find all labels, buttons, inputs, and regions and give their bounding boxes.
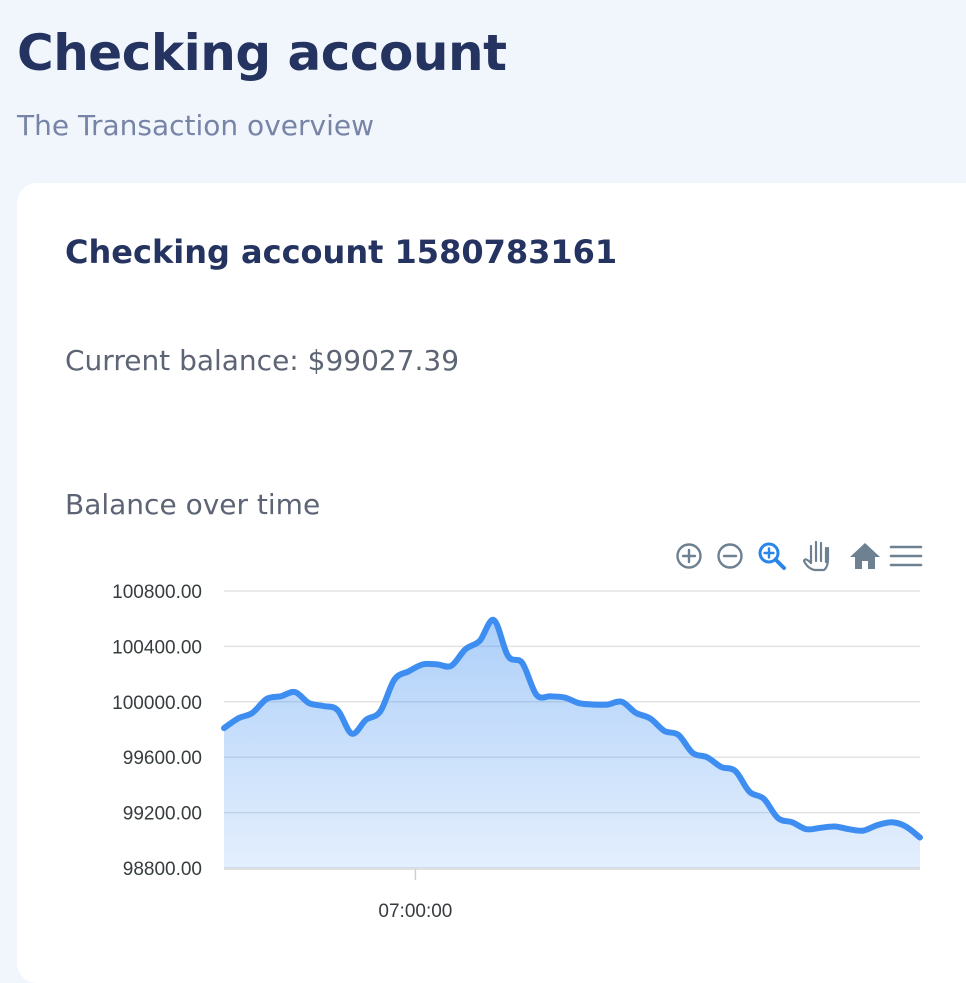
page-subtitle: The Transaction overview [17, 109, 374, 142]
x-tick-label: 07:00:00 [378, 901, 452, 922]
x-axis: 07:00:00 [224, 868, 920, 922]
y-axis: 100800.00 100400.00 100000.00 99600.00 99200… [112, 582, 202, 880]
menu-icon[interactable] [889, 542, 923, 570]
y-tick-label: 99200.00 [123, 804, 202, 825]
zoom-selection-icon[interactable] [757, 541, 787, 571]
y-tick-label: 99600.00 [123, 748, 202, 769]
page-title: Checking account [17, 24, 507, 82]
zoom-in-icon[interactable] [675, 542, 703, 570]
chart-series [221, 617, 923, 868]
chart-toolbar [675, 539, 923, 572]
y-tick-label: 98800.00 [123, 859, 202, 880]
account-card: Checking account 1580783161 Current bala… [17, 183, 966, 983]
y-tick-label: 100400.00 [112, 637, 202, 658]
y-tick-label: 100800.00 [112, 582, 202, 603]
zoom-out-icon[interactable] [716, 542, 744, 570]
balance-chart: 100800.00 100400.00 100000.00 99600.00 99200… [112, 539, 923, 922]
y-tick-label: 100000.00 [112, 693, 202, 714]
pan-icon[interactable] [802, 539, 831, 572]
reset-home-icon[interactable] [850, 541, 880, 571]
